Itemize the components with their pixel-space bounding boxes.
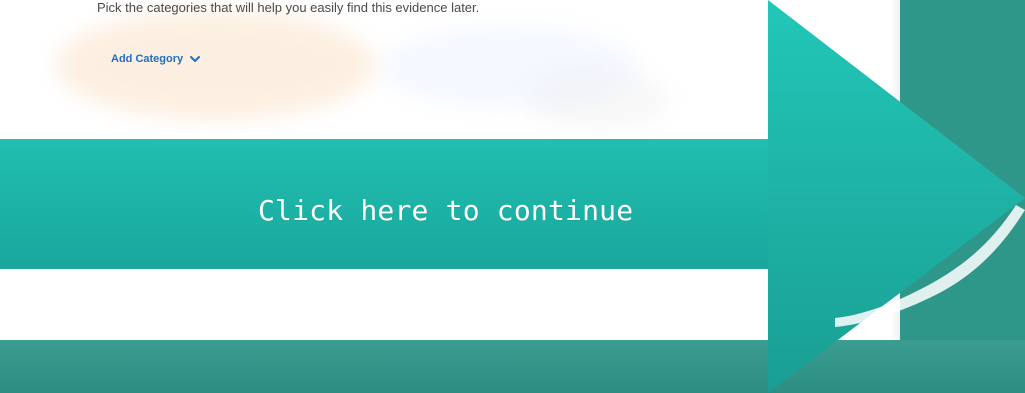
- screen: Pick the categories that will help you e…: [0, 0, 1025, 393]
- arrow-shape: [0, 0, 1025, 393]
- continue-arrow-button[interactable]: Click here to continue: [0, 0, 1025, 393]
